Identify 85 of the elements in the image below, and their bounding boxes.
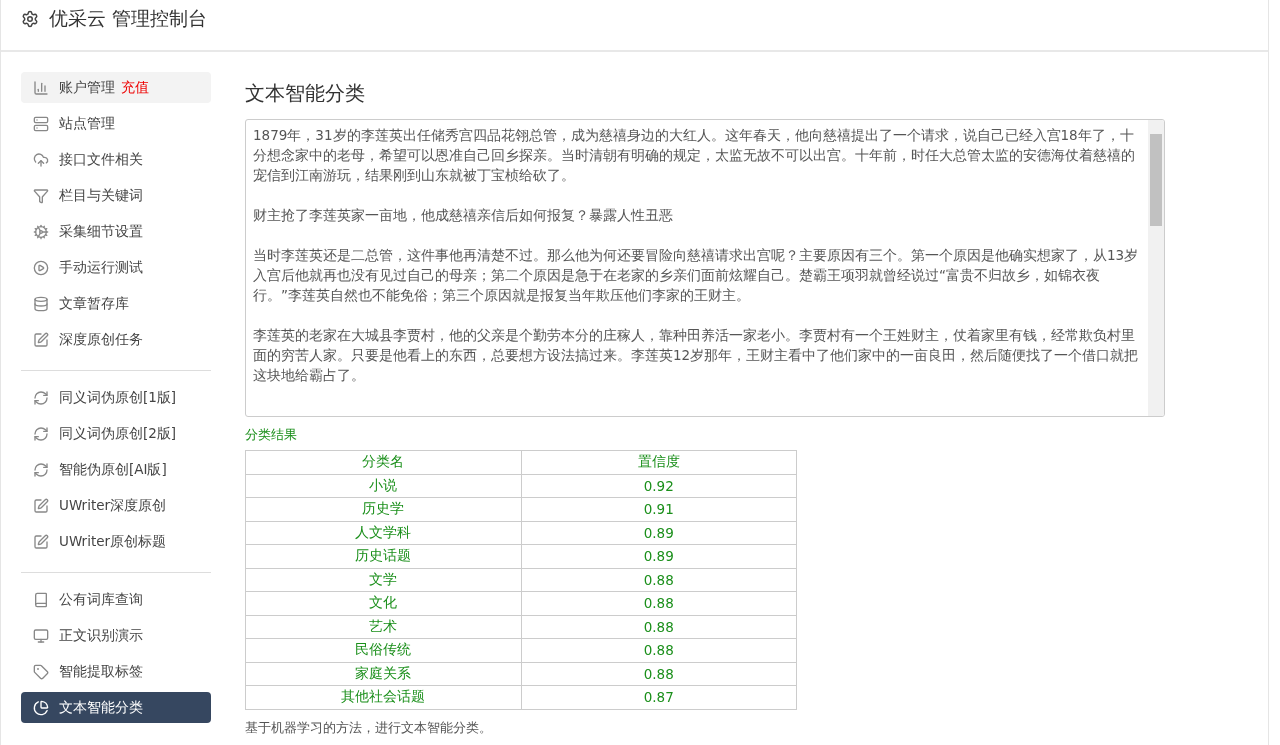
text-paragraph: 财主抢了李莲英家一亩地，他成慈禧亲信后如何报复？暴露人性丑恶 bbox=[253, 206, 674, 225]
sidebar-item-label: 采集细节设置 bbox=[59, 222, 143, 241]
sidebar-item[interactable]: 智能伪原创[AI版] bbox=[21, 454, 211, 485]
sidebar-item[interactable]: 文本智能分类 bbox=[21, 692, 211, 723]
sidebar-item-label: UWriter深度原创 bbox=[59, 496, 167, 515]
table-cell: 艺术 bbox=[245, 615, 521, 639]
refresh-icon bbox=[33, 461, 49, 478]
database-icon bbox=[33, 295, 49, 312]
table-cell: 0.88 bbox=[521, 638, 797, 662]
result-label: 分类结果 bbox=[245, 427, 298, 444]
sidebar-item-label: 公有词库查询 bbox=[59, 590, 143, 609]
sidebar-item[interactable]: UWriter原创标题 bbox=[21, 526, 211, 557]
text-paragraph: 1879年，31岁的李莲英出任储秀宫四品花翎总管，成为慈禧身边的大红人。这年春天，他向慈禧提出了一个请求，说自己已经入宫18年了，十分想念家中的老母，希望可以恩准自己回乡探亲。当时清朝有明确的规定，太监无故不可以出宫。十年前，时任大总管太监的安德海仗着慈禧的宠信到江南游玩，结果刚到山东就被丁宝桢给砍了。 bbox=[253, 126, 1136, 185]
sidebar-item[interactable]: 栏目与关键词 bbox=[21, 180, 211, 211]
edit-icon bbox=[33, 331, 49, 348]
table-cell: 家庭关系 bbox=[245, 662, 521, 686]
sidebar-item[interactable]: 站点管理 bbox=[21, 108, 211, 139]
sidebar-item-label: 同义词伪原创[2版] bbox=[59, 424, 177, 443]
sidebar-item-label: 智能提取标签 bbox=[59, 662, 143, 681]
table-cell: 0.87 bbox=[521, 685, 797, 709]
table-cell: 历史学 bbox=[245, 497, 521, 521]
table-cell: 0.89 bbox=[521, 544, 797, 568]
table-cell: 0.88 bbox=[521, 591, 797, 615]
pie-chart-icon bbox=[33, 699, 49, 716]
table-cell: 0.88 bbox=[521, 615, 797, 639]
sidebar-item-label: 正文识别演示 bbox=[59, 626, 143, 645]
table-cell: 人文学科 bbox=[245, 521, 521, 545]
description-text: 基于机器学习的方法，进行文本智能分类。 bbox=[245, 718, 493, 737]
table-cell: 历史话题 bbox=[245, 544, 521, 568]
scrollbar[interactable] bbox=[1148, 120, 1164, 416]
sidebar-item[interactable]: 正文识别演示 bbox=[21, 620, 211, 651]
edit-icon bbox=[33, 533, 49, 550]
column-header: 分类名 bbox=[245, 450, 521, 474]
refresh-icon bbox=[33, 389, 49, 406]
table-cell: 小说 bbox=[245, 474, 521, 498]
text-input-field[interactable] bbox=[245, 119, 1165, 417]
sidebar-item[interactable]: 采集细节设置 bbox=[21, 216, 211, 247]
sidebar-item[interactable]: 接口文件相关 bbox=[21, 144, 211, 175]
sidebar-item[interactable]: 账户管理 充值 bbox=[21, 72, 211, 103]
sidebar-item[interactable]: 手动运行测试 bbox=[21, 252, 211, 283]
settings-icon bbox=[21, 10, 39, 28]
table-cell: 0.88 bbox=[521, 568, 797, 592]
page-title: 优采云 管理控制台 bbox=[49, 6, 208, 31]
edit-icon bbox=[33, 497, 49, 514]
filter-icon bbox=[33, 187, 49, 204]
column-header: 置信度 bbox=[521, 450, 797, 474]
server-icon bbox=[33, 115, 49, 132]
book-icon bbox=[33, 591, 49, 608]
table-cell: 0.92 bbox=[521, 474, 797, 498]
sidebar-item-label: 深度原创任务 bbox=[59, 330, 143, 349]
table-cell: 其他社会话题 bbox=[245, 685, 521, 709]
sidebar-item-label: 智能伪原创[AI版] bbox=[59, 460, 167, 479]
sidebar-item-label: 文本智能分类 bbox=[59, 698, 143, 717]
bar-chart-icon bbox=[33, 79, 49, 96]
sidebar-item[interactable]: 同义词伪原创[1版] bbox=[21, 382, 211, 413]
sidebar-item-label: 文章暂存库 bbox=[59, 294, 129, 313]
sidebar-item-label: 接口文件相关 bbox=[59, 150, 143, 169]
sidebar-item-label: 栏目与关键词 bbox=[59, 186, 143, 205]
sidebar-item[interactable]: 公有词库查询 bbox=[21, 584, 211, 615]
monitor-icon bbox=[33, 627, 49, 644]
sidebar-item[interactable]: 文章暂存库 bbox=[21, 288, 211, 319]
table-cell: 0.88 bbox=[521, 662, 797, 686]
sidebar-item[interactable]: UWriter深度原创 bbox=[21, 490, 211, 521]
gears-icon bbox=[33, 223, 49, 240]
sidebar-item-label: 手动运行测试 bbox=[59, 258, 143, 277]
section-title: 文本智能分类 bbox=[245, 80, 366, 107]
table-cell: 文学 bbox=[245, 568, 521, 592]
sidebar-item-label: 站点管理 bbox=[59, 114, 115, 133]
sidebar-item[interactable]: 智能提取标签 bbox=[21, 656, 211, 687]
cloud-upload-icon bbox=[33, 151, 49, 168]
recharge-link[interactable]: 充值 bbox=[121, 78, 149, 97]
sidebar-item-label: UWriter原创标题 bbox=[59, 532, 167, 551]
table-cell: 民俗传统 bbox=[245, 638, 521, 662]
play-icon bbox=[33, 259, 49, 276]
sidebar-item[interactable]: 深度原创任务 bbox=[21, 324, 211, 355]
tag-icon bbox=[33, 663, 49, 680]
text-paragraph: 当时李莲英还是二总管，这件事他再清楚不过。那么他为何还要冒险向慈禧请求出宫呢？主要原因有三个。第一个原因是他确实想家了，从13岁入宫后他就再也没有见过自己的母亲；第二个原因是急于在老家的乡亲们面前炫耀自己。楚霸王项羽就曾经说过“富贵不归故乡，如锦衣夜行。”李莲英自然也不能免俗；第三个原因就是报复当年欺压他们李家的王财主。 bbox=[253, 246, 1140, 305]
sidebar-item-label: 同义词伪原创[1版] bbox=[59, 388, 177, 407]
refresh-icon bbox=[33, 425, 49, 442]
table-cell: 文化 bbox=[245, 591, 521, 615]
table-cell: 0.91 bbox=[521, 497, 797, 521]
text-paragraph: 李莲英的老家在大城县李贾村，他的父亲是个勤劳本分的庄稼人，靠种田养活一家老小。李贾村有一个王姓财主，仗着家里有钱，经常欺负村里面的穷苦人家。只要是他看上的东西，总要想方设法搞过来。李莲英12岁那年，王财主看中了他们家中的一亩良田，然后随便找了一个借口就把这块地给霸占了。 bbox=[253, 326, 1140, 385]
sidebar-item-label: 账户管理 bbox=[59, 78, 115, 97]
sidebar-item[interactable]: 同义词伪原创[2版] bbox=[21, 418, 211, 449]
table-cell: 0.89 bbox=[521, 521, 797, 545]
